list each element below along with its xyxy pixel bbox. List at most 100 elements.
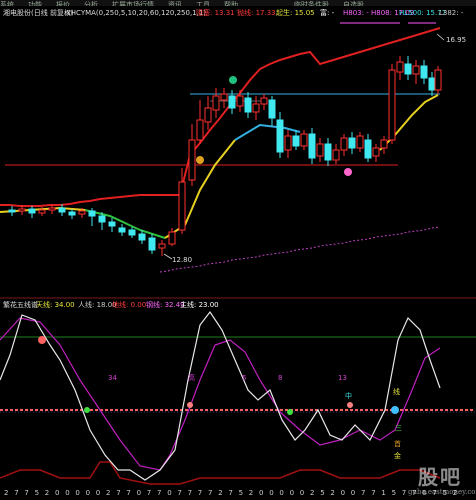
mid-band-dot xyxy=(195,409,198,411)
x-axis-tick-label: 0 xyxy=(167,489,172,497)
mid-band-dot xyxy=(230,409,233,411)
marker-icon xyxy=(287,409,293,415)
x-axis-tick-label: 7 xyxy=(197,489,203,497)
mid-band-dot xyxy=(205,409,208,411)
mid-band-dot xyxy=(60,409,63,411)
mid-band-dot xyxy=(200,409,203,411)
x-axis-tick-label: 5 xyxy=(391,489,397,497)
mid-band-dot xyxy=(420,409,423,411)
mid-band-dot xyxy=(410,409,413,411)
x-axis-tick-label: 2 xyxy=(106,489,111,497)
x-axis-tick-label: 0 xyxy=(85,489,91,497)
mid-band-dot xyxy=(130,409,133,411)
x-axis-tick-label: 0 xyxy=(259,489,264,497)
mid-band-dot xyxy=(440,409,443,411)
x-axis-tick-label: 7 xyxy=(177,489,182,497)
mid-band-dot xyxy=(350,409,353,411)
mid-band-dot xyxy=(380,409,383,411)
mid-band-dot xyxy=(365,409,368,411)
marker-icon xyxy=(187,402,193,408)
x-axis-tick-label: 7 xyxy=(228,489,233,497)
marker-icon xyxy=(347,402,353,408)
mid-band-dot xyxy=(165,409,168,411)
mid-band-dot xyxy=(5,409,8,411)
mid-band-dot xyxy=(375,409,378,411)
mid-band-dot xyxy=(240,409,243,411)
mid-band-dot xyxy=(225,409,228,411)
x-axis-tick-label: 0 xyxy=(75,489,80,497)
x-axis-tick-label: 0 xyxy=(269,489,274,497)
x-axis-tick-label: 0 xyxy=(340,489,346,497)
oscillator-annotation: 13 xyxy=(338,374,347,382)
mid-band-dot xyxy=(270,409,273,411)
mid-band-dot xyxy=(320,409,323,411)
mid-band-dot xyxy=(260,409,263,411)
mid-band-dot xyxy=(115,409,118,411)
mid-band-dot xyxy=(330,409,333,411)
x-axis: 2775200000277077077772752000002520077157… xyxy=(0,489,476,500)
oscillator-annotation: 首 xyxy=(394,439,401,448)
oscillator-purple-line xyxy=(0,317,441,471)
mid-band-dot xyxy=(35,409,38,411)
x-axis-tick-label: 7 xyxy=(116,489,121,497)
mid-band-dot xyxy=(425,409,428,411)
x-axis-tick-label: 0 xyxy=(65,489,70,497)
x-axis-tick-label: 2 xyxy=(330,489,335,497)
x-axis-tick-label: 7 xyxy=(24,489,29,497)
mid-band-dot xyxy=(255,409,258,411)
mid-band-dot xyxy=(220,409,223,411)
mid-band-dot xyxy=(400,409,403,411)
mid-band-dot xyxy=(40,409,43,411)
mid-band-dot xyxy=(45,409,48,411)
x-axis-tick-label: 0 xyxy=(136,489,142,497)
watermark-logo-text: 股吧 xyxy=(418,465,462,489)
mid-band-dot xyxy=(10,409,13,411)
oscillator-annotation: 中 xyxy=(345,391,352,400)
mid-band-dot xyxy=(250,409,253,411)
mid-band-dot xyxy=(210,409,213,411)
x-axis-tick-label: 0 xyxy=(299,489,305,497)
x-axis-tick-label: 0 xyxy=(279,489,284,497)
oscillator-chart[interactable]: 34 高 5 8 13 线 中三首金 xyxy=(0,0,476,500)
mid-band-dot xyxy=(235,409,238,411)
mid-band-dot xyxy=(305,409,308,411)
lower-channel-line xyxy=(0,461,441,485)
mid-band-dot xyxy=(335,409,338,411)
mid-band-dot xyxy=(405,409,408,411)
x-axis-tick-label: 5 xyxy=(320,489,325,497)
mid-band-dot xyxy=(145,409,148,411)
mid-band-dot xyxy=(300,409,303,411)
mid-band-dot xyxy=(90,409,93,411)
mid-band-dot xyxy=(280,409,283,411)
x-axis-tick-label: 2 xyxy=(218,489,223,497)
mid-band-dot xyxy=(175,409,178,411)
x-axis-tick-label: 7 xyxy=(146,489,152,497)
mid-band-dot xyxy=(370,409,373,411)
mid-band-dot xyxy=(325,409,328,411)
x-axis-tick-label: 1 xyxy=(381,489,386,497)
mid-band-dot xyxy=(415,409,418,411)
mid-band-dot xyxy=(135,409,138,411)
mid-band-dot xyxy=(245,409,248,411)
mid-band-dot xyxy=(295,409,298,411)
x-axis-tick-label: 5 xyxy=(238,489,244,497)
mid-band-dot xyxy=(160,409,163,411)
mid-band-dot xyxy=(450,409,453,411)
x-axis-tick-label: 2 xyxy=(4,489,9,497)
mid-band-dot xyxy=(155,409,158,411)
mid-band-dot xyxy=(345,409,348,411)
mid-band-dot xyxy=(30,409,33,411)
mid-band-dot xyxy=(105,409,108,411)
mid-band-dot xyxy=(75,409,78,411)
mid-band-dot xyxy=(185,409,188,411)
x-axis-tick-label: 0 xyxy=(350,489,356,497)
mid-band-dot xyxy=(360,409,363,411)
x-axis-tick-label: 0 xyxy=(95,489,101,497)
mid-band-dot xyxy=(25,409,28,411)
mid-band-dot xyxy=(15,409,18,411)
x-axis-tick-label: 7 xyxy=(14,489,19,497)
oscillator-annotation: 5 xyxy=(242,374,246,382)
marker-icon xyxy=(38,336,46,344)
mid-band-dot xyxy=(150,409,153,411)
mid-band-dot xyxy=(170,409,173,411)
